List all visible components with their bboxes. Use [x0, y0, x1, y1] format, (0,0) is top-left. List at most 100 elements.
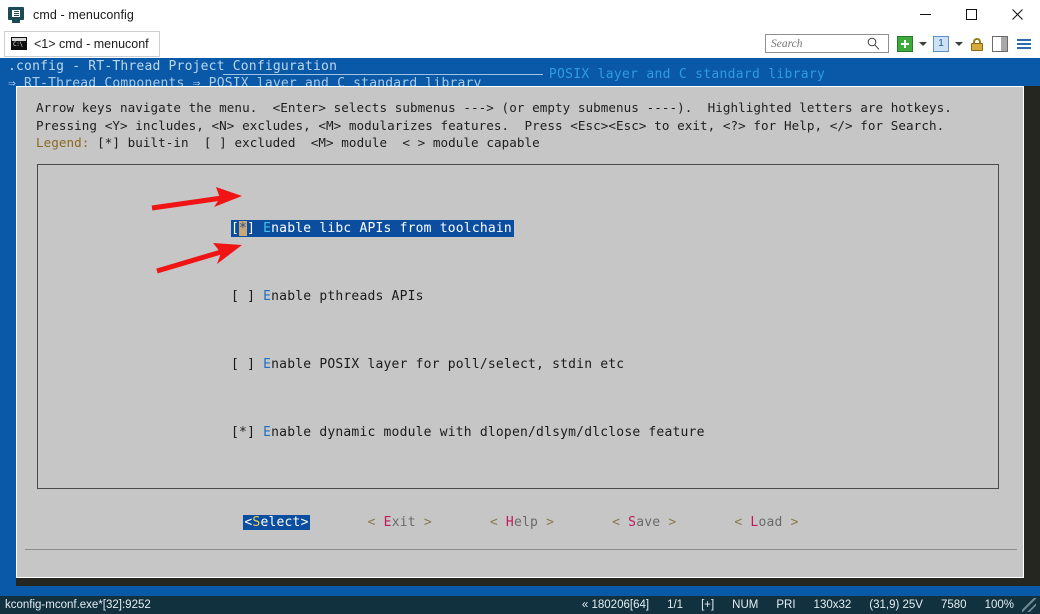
dialog-title: POSIX layer and C standard library: [548, 67, 826, 82]
menu-item-state[interactable]: [239, 357, 247, 372]
legend-prefix: Legend:: [36, 135, 98, 150]
legend-excluded: [ ] excluded: [196, 135, 304, 150]
status-cell-num: NUM: [732, 599, 759, 611]
load-open-angle: <: [734, 515, 751, 530]
help-text: Arrow keys navigate the menu. <Enter> se…: [36, 99, 952, 152]
status-cell-page: 1/1: [667, 599, 684, 611]
lock-icon: [969, 36, 985, 52]
menuconfig-dialog: POSIX layer and C standard library Arrow…: [16, 67, 1025, 578]
menu-item-hotkey: E: [263, 357, 272, 372]
panel-one-icon: 1: [933, 35, 949, 52]
menu-item-label: nable dynamic module with dlopen/dlsym/d…: [271, 425, 705, 440]
help-label: elp: [513, 515, 539, 530]
new-tab-button[interactable]: [897, 35, 913, 52]
help-line-2: Pressing <Y> includes, <N> excludes, <M>…: [36, 117, 945, 133]
minimize-button[interactable]: [902, 0, 948, 29]
split-panel-icon[interactable]: [992, 35, 1008, 52]
window-controls: [902, 0, 1040, 29]
save-close-angle: >: [660, 515, 677, 530]
title-bar: cmd - menuconfig: [0, 0, 1040, 29]
status-bar: kconfig-mconf.exe*[32]:9252 « 180206[64]…: [0, 596, 1040, 614]
toolbar: 1: [765, 29, 1032, 58]
help-close-angle: >: [538, 515, 555, 530]
save-label: ave: [636, 515, 661, 530]
select-label: elect: [260, 515, 301, 530]
menu-item-hotkey: E: [263, 425, 272, 440]
help-button[interactable]: < Help >: [490, 515, 554, 530]
maximize-button[interactable]: [948, 0, 994, 29]
menu-item-bracket-close: ]: [247, 357, 256, 372]
console-monitor-icon: [8, 6, 24, 23]
menu-item-label: nable POSIX layer for poll/select, stdin…: [271, 357, 625, 372]
legend-builtin: [*] built-in: [97, 135, 197, 150]
search-input[interactable]: [771, 37, 867, 50]
select-button[interactable]: <Select>: [243, 515, 310, 530]
dialog-separator: [25, 549, 1017, 550]
console-surface: .config - RT-Thread Project Configuratio…: [0, 58, 1040, 596]
legend-capable: < > module capable: [394, 135, 540, 150]
menu-item-state-cursor[interactable]: *: [239, 221, 248, 236]
menu-item-hotkey: E: [263, 289, 272, 304]
status-cell-zoom: 100%: [984, 599, 1014, 611]
dialog-buttons: <Select> < Exit > < Help > < Save > < Lo…: [17, 515, 1025, 530]
menu-item-label: nable pthreads APIs: [271, 289, 424, 304]
close-button[interactable]: [994, 0, 1040, 29]
status-cell-size: 130x32: [813, 599, 852, 611]
menu-item-bracket-open: [: [231, 425, 240, 440]
green-plus-icon: [897, 35, 913, 52]
status-cell-version: « 180206[64]: [581, 599, 650, 611]
status-process: kconfig-mconf.exe*[32]:9252: [5, 599, 151, 611]
menu-item-bracket-open: [: [231, 357, 240, 372]
load-label: oad: [758, 515, 783, 530]
menu-item-bracket-open: [: [231, 289, 240, 304]
dialog-title-row: POSIX layer and C standard library: [17, 67, 1025, 82]
menu-item-enable-posix-layer[interactable]: [ ] Enable POSIX layer for poll/select, …: [231, 356, 624, 373]
load-close-angle: >: [782, 515, 799, 530]
status-cell-cursor: (31,9) 25V: [869, 599, 923, 611]
exit-close-angle: >: [415, 515, 432, 530]
console-icon-text: C:\: [13, 41, 23, 48]
save-open-angle: <: [612, 515, 629, 530]
resize-grip[interactable]: [1022, 598, 1036, 612]
help-open-angle: <: [489, 515, 506, 530]
new-tab-chevron-down-icon[interactable]: [919, 41, 927, 46]
status-cell-pri: PRI: [776, 599, 796, 611]
tab-cmd-menuconf[interactable]: C:\ <1> cmd - menuconf: [4, 30, 160, 57]
status-cell-bytes: 7580: [940, 599, 967, 611]
menu-item-enable-libc-apis[interactable]: [*] Enable libc APIs from toolchain: [231, 220, 514, 237]
save-button[interactable]: < Save >: [612, 515, 676, 530]
exit-hotkey: E: [383, 515, 392, 530]
exit-open-angle: <: [367, 515, 384, 530]
save-hotkey: S: [628, 515, 637, 530]
menu-item-enable-pthreads-apis[interactable]: [ ] Enable pthreads APIs: [231, 288, 424, 305]
help-hotkey: H: [505, 515, 514, 530]
menu-list: [*] Enable libc APIs from toolchain [ ] …: [231, 169, 705, 492]
lock-button[interactable]: [969, 36, 985, 52]
menu-item-bracket-close: ]: [247, 221, 256, 236]
menu-item-bracket-close: ]: [247, 425, 256, 440]
legend-module: <M> module: [303, 135, 395, 150]
load-button[interactable]: < Load >: [734, 515, 798, 530]
menu-item-hotkey: E: [263, 221, 272, 236]
status-cell-plus: [+]: [701, 599, 715, 611]
exit-label: xit: [391, 515, 416, 530]
console-icon: C:\: [11, 37, 27, 50]
status-cells: « 180206[64] 1/1 [+] NUM PRI 130x32 (31,…: [582, 598, 1036, 612]
panel-button[interactable]: 1: [933, 35, 949, 52]
help-line-1: Arrow keys navigate the menu. <Enter> se…: [36, 100, 952, 115]
menu-item-bracket-close: ]: [247, 289, 256, 304]
search-box[interactable]: [765, 34, 889, 53]
select-close-angle: >: [300, 515, 309, 530]
panel-chevron-down-icon[interactable]: [955, 41, 963, 46]
window-title: cmd - menuconfig: [33, 7, 134, 22]
tab-label: <1> cmd - menuconf: [34, 36, 149, 51]
exit-button[interactable]: < Exit >: [368, 515, 432, 530]
application-window: cmd - menuconfig C:\ <1> cmd - menuconf: [0, 0, 1040, 614]
hamburger-menu-icon[interactable]: [1016, 36, 1032, 52]
menu-item-state[interactable]: *: [239, 425, 247, 440]
menu-item-label: nable libc APIs from toolchain: [271, 221, 512, 236]
menu-list-frame: [*] Enable libc APIs from toolchain [ ] …: [37, 164, 999, 489]
menu-item-enable-dynamic-module[interactable]: [*] Enable dynamic module with dlopen/dl…: [231, 424, 705, 441]
menu-item-state[interactable]: [239, 289, 247, 304]
search-icon: [867, 37, 880, 50]
